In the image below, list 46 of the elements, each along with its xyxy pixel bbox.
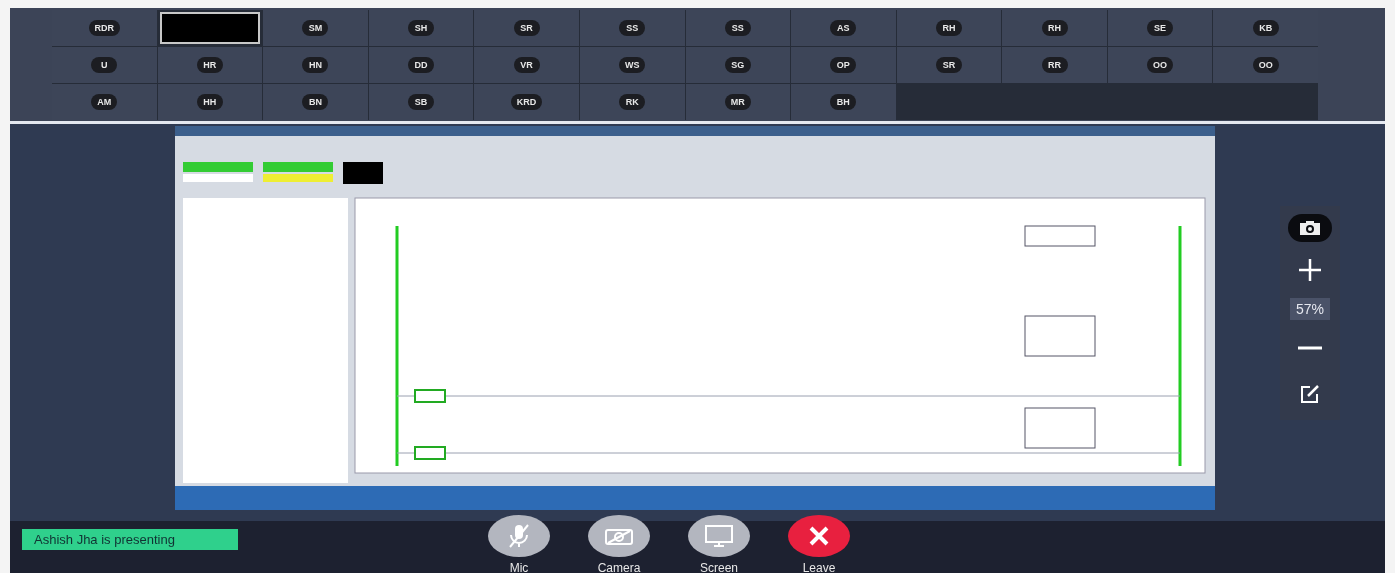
initials-avatar: HR — [196, 57, 223, 73]
snapshot-button[interactable] — [1288, 214, 1332, 242]
monitor-icon — [705, 525, 733, 547]
initials-avatar: RK — [619, 94, 646, 110]
initials-avatar: AM — [91, 94, 118, 110]
edit-icon — [1300, 384, 1320, 404]
initials-avatar: AS — [830, 20, 857, 36]
initials-avatar: RR — [1041, 57, 1068, 73]
initials-avatar: OP — [830, 57, 857, 73]
initials-avatar: KB — [1252, 20, 1279, 36]
initials-avatar: SR — [513, 20, 540, 36]
initials-avatar: VR — [513, 57, 540, 73]
initials-avatar: WS — [618, 57, 646, 73]
zoom-level: 57% — [1290, 298, 1330, 320]
initials-avatar: RDR — [88, 20, 121, 36]
close-icon — [808, 525, 830, 547]
initials-avatar: RH — [935, 20, 962, 36]
initials-avatar: SH — [408, 20, 435, 36]
camera-icon — [1299, 220, 1321, 236]
initials-avatar: U — [91, 57, 118, 73]
initials-avatar: RH — [1041, 20, 1068, 36]
initials-avatar: SB — [408, 94, 435, 110]
control-label: Leave — [802, 561, 836, 573]
initials-avatar: BH — [830, 94, 857, 110]
initials-avatar: KRD — [510, 94, 543, 110]
muted-mic-icon — [508, 523, 530, 549]
minus-icon — [1298, 346, 1322, 350]
initials-avatar: MR — [724, 94, 751, 110]
control-label: Screen — [700, 561, 738, 573]
initials-avatar: SS — [724, 20, 751, 36]
initials-avatar: DD — [408, 57, 435, 73]
initials-avatar: SS — [619, 20, 646, 36]
initials-avatar: OO — [1147, 57, 1174, 73]
initials-avatar: BN — [302, 94, 329, 110]
initials-avatar: HN — [302, 57, 329, 73]
control-label: Mic — [509, 561, 529, 573]
plus-icon — [1298, 258, 1322, 282]
initials-avatar: SG — [724, 57, 751, 73]
control-label: Camera — [597, 561, 641, 573]
initials-avatar: SE — [1147, 20, 1174, 36]
presenter-banner: Ashish Jha is presenting — [22, 529, 238, 550]
initials-avatar: SM — [302, 20, 329, 36]
initials-avatar: SR — [935, 57, 962, 73]
camera-off-icon — [605, 527, 633, 545]
initials-avatar: OO — [1252, 57, 1279, 73]
initials-avatar: HH — [196, 94, 223, 110]
